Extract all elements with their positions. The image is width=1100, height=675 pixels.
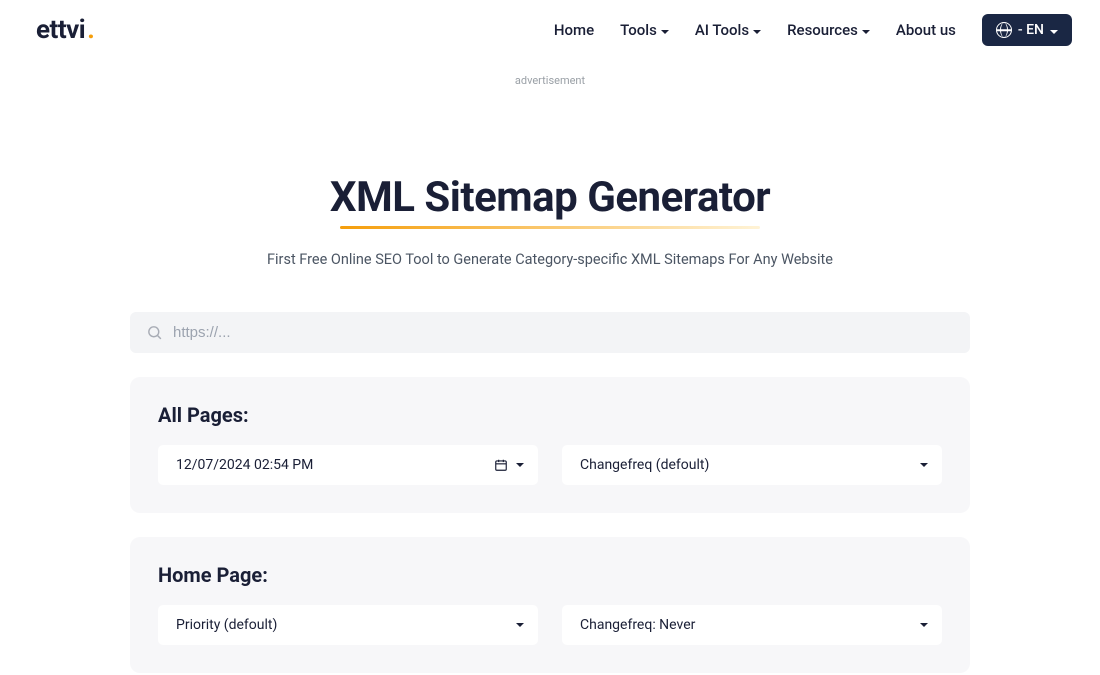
nav-tools[interactable]: Tools xyxy=(620,21,669,39)
chevron-down-icon xyxy=(920,623,928,627)
chevron-down-icon xyxy=(920,463,928,467)
language-button[interactable]: - EN xyxy=(982,14,1072,46)
nav-about[interactable]: About us xyxy=(896,21,956,39)
page-title: XML Sitemap Generator xyxy=(130,173,970,222)
main: XML Sitemap Generator First Free Online … xyxy=(100,173,1000,673)
chevron-down-icon xyxy=(753,30,761,34)
nav: Home Tools AI Tools Resources About us -… xyxy=(554,14,1072,46)
nav-home[interactable]: Home xyxy=(554,21,594,39)
chevron-down-icon xyxy=(516,623,524,627)
chevron-down-icon xyxy=(516,463,524,467)
url-input[interactable] xyxy=(173,324,954,341)
changefreq-label: Changefreq (defoult) xyxy=(580,457,709,473)
chevron-down-icon xyxy=(862,30,870,34)
nav-ai-tools[interactable]: AI Tools xyxy=(695,21,761,39)
all-pages-changefreq-select[interactable]: Changefreq (defoult) xyxy=(562,445,942,485)
home-page-card: Home Page: Priority (defoult) Changefreq… xyxy=(130,537,970,673)
header: ettvi. Home Tools AI Tools Resources Abo… xyxy=(0,0,1100,50)
title-underline xyxy=(340,226,760,229)
search-icon xyxy=(146,324,163,341)
priority-label: Priority (defoult) xyxy=(176,617,277,633)
globe-icon xyxy=(996,22,1012,38)
home-page-priority-select[interactable]: Priority (defoult) xyxy=(158,605,538,645)
logo[interactable]: ettvi. xyxy=(36,15,94,45)
chevron-down-icon xyxy=(661,30,669,34)
language-label: - EN xyxy=(1018,22,1044,38)
ad-label: advertisement xyxy=(0,74,1100,87)
page-subtitle: First Free Online SEO Tool to Generate C… xyxy=(130,251,970,268)
all-pages-datetime-field[interactable]: 12/07/2024 02:54 PM xyxy=(158,445,538,485)
logo-text: ettvi xyxy=(36,15,85,45)
all-pages-heading: All Pages: xyxy=(158,403,942,427)
home-page-changefreq-select[interactable]: Changefreq: Never xyxy=(562,605,942,645)
calendar-icon xyxy=(494,458,508,472)
nav-resources[interactable]: Resources xyxy=(787,21,870,39)
home-page-heading: Home Page: xyxy=(158,563,942,587)
chevron-down-icon xyxy=(1050,30,1058,34)
logo-dot: . xyxy=(87,15,94,45)
all-pages-card: All Pages: 12/07/2024 02:54 PM Changefre… xyxy=(130,377,970,513)
url-input-row[interactable] xyxy=(130,312,970,353)
datetime-value: 12/07/2024 02:54 PM xyxy=(176,457,313,473)
home-changefreq-label: Changefreq: Never xyxy=(580,617,695,633)
